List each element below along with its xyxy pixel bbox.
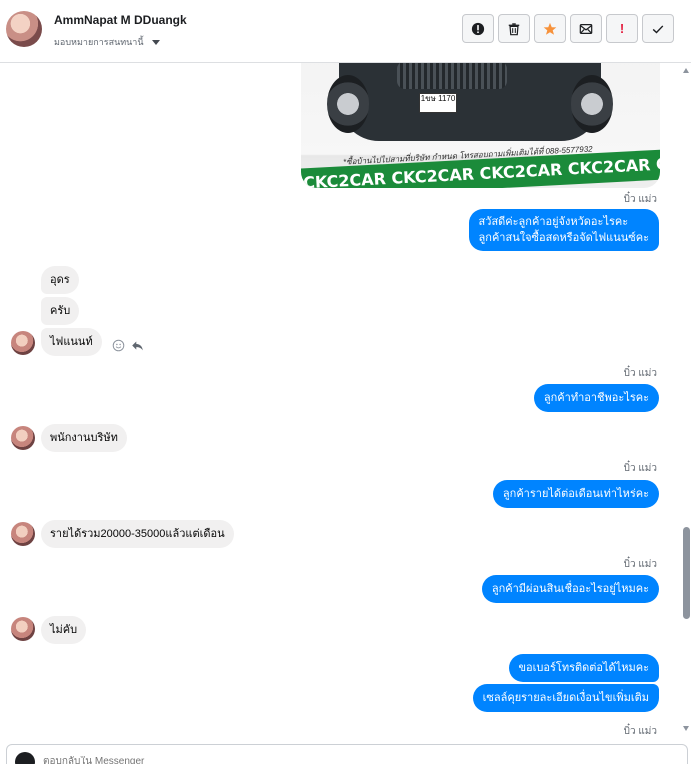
message-line: สวัสดีค่ะลูกค้าอยู่จังหวัดอะไรคะ <box>478 216 629 228</box>
thread-scrollbar[interactable] <box>681 63 691 738</box>
message-bubble-incoming[interactable]: อุดร <box>41 266 79 294</box>
car-photo-attachment[interactable]: 1ขษ 1170 *ซื้อบ้านไปไปสามที่บริษัท กำหนด… <box>301 63 660 188</box>
mark-unread-icon <box>579 23 593 34</box>
assign-label: มอบหมายการสนทนานี้ <box>54 37 144 47</box>
message-bubble-outgoing[interactable]: ลูกค้ารายได้ต่อเดือนเท่าไหร่คะ <box>492 480 659 508</box>
message-bubble-outgoing[interactable]: ลูกค้ามีผ่อนสินเชื่ออะไรอยู่ไหมคะ <box>481 575 659 603</box>
priority-button[interactable]: ! <box>606 14 638 43</box>
report-button[interactable] <box>462 14 494 43</box>
message-sender: บิ๋ว แม่ว <box>623 194 657 205</box>
message-line: ลูกค้าสนใจซื้อสดหรือจัดไฟแนนซ์คะ <box>478 232 649 244</box>
star-icon <box>543 22 557 35</box>
conversation-toolbar: ! <box>462 14 674 43</box>
scroll-down-icon[interactable] <box>683 726 689 731</box>
message-bubble-incoming[interactable]: ครับ <box>41 297 80 325</box>
contact-avatar-small <box>11 331 35 355</box>
contact-avatar-small <box>11 617 35 641</box>
reply-composer[interactable] <box>6 744 688 764</box>
priority-icon: ! <box>619 21 625 36</box>
check-icon <box>652 24 664 33</box>
emoji-react-icon[interactable] <box>112 339 125 352</box>
message-sender: บิ๋ว แม่ว <box>623 559 657 570</box>
message-bubble-outgoing[interactable]: สวัสดีค่ะลูกค้าอยู่จังหวัดอะไรคะ ลูกค้าส… <box>468 209 659 251</box>
contact-name[interactable]: AmmNapat M DDuangk <box>54 13 187 27</box>
message-bubble-outgoing[interactable]: ขอเบอร์โทรติดต่อได้ไหมคะ <box>508 654 659 682</box>
message-bubble-incoming[interactable]: รายได้รวม20000-35000แล้วแต่เดือน <box>41 520 234 548</box>
message-thread[interactable]: 1ขษ 1170 *ซื้อบ้านไปไปสามที่บริษัท กำหนด… <box>0 63 691 738</box>
scroll-up-icon[interactable] <box>683 68 689 73</box>
car-wheel <box>571 75 613 133</box>
contact-avatar[interactable] <box>6 11 42 47</box>
reply-icon[interactable] <box>131 339 144 352</box>
delete-button[interactable] <box>498 14 530 43</box>
scrollbar-thumb[interactable] <box>683 527 690 619</box>
trash-icon <box>508 22 520 35</box>
message-actions <box>112 339 144 352</box>
license-plate: 1ขษ 1170 <box>419 93 457 113</box>
message-sender: บิ๋ว แม่ว <box>623 368 657 379</box>
message-bubble-outgoing[interactable]: เซลล์คุยรายละเอียดเงื่อนไขเพิ่มเติม <box>472 684 659 712</box>
car-illustration: 1ขษ 1170 <box>327 63 613 141</box>
alert-circle-icon <box>471 22 485 35</box>
contact-avatar-small <box>11 522 35 546</box>
mark-unread-button[interactable] <box>570 14 602 43</box>
message-sender: บิ๋ว แม่ว <box>623 726 657 737</box>
message-bubble-incoming[interactable]: ไฟแนนท์ <box>41 328 102 356</box>
caret-down-icon <box>151 39 160 45</box>
car-grille <box>397 63 507 89</box>
car-wheel <box>327 75 369 133</box>
message-sender: บิ๋ว แม่ว <box>623 463 657 474</box>
message-bubble-outgoing[interactable]: ลูกค้าทำอาชีพอะไรคะ <box>533 384 659 412</box>
star-button[interactable] <box>534 14 566 43</box>
page-avatar <box>15 752 35 764</box>
mark-done-button[interactable] <box>642 14 674 43</box>
reply-input[interactable] <box>43 756 643 764</box>
conversation-header: AmmNapat M DDuangk มอบหมายการสนทนานี้ ! <box>0 0 691 63</box>
message-bubble-incoming[interactable]: พนักงานบริษัท <box>41 424 127 452</box>
contact-avatar-small <box>11 426 35 450</box>
assign-conversation-dropdown[interactable]: มอบหมายการสนทนานี้ <box>54 35 160 49</box>
message-bubble-incoming[interactable]: ไม่คับ <box>41 616 87 644</box>
